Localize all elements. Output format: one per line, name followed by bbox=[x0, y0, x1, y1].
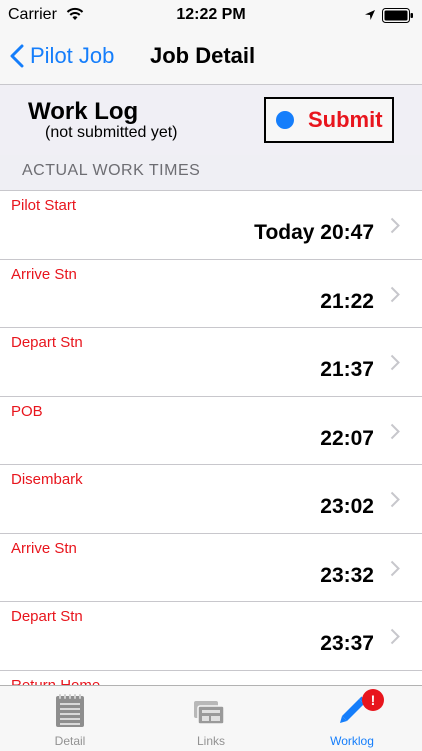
status-time: 12:22 PM bbox=[176, 6, 246, 23]
notification-badge: ! bbox=[362, 689, 384, 711]
row-value: 21:37 bbox=[320, 358, 374, 381]
submit-button-label: Submit bbox=[308, 107, 383, 132]
row-label: Depart Stn bbox=[11, 334, 83, 351]
chevron-right-icon bbox=[390, 423, 400, 439]
list-item[interactable]: Return Home bbox=[0, 670, 422, 686]
back-button-label: Pilot Job bbox=[30, 43, 115, 68]
page-title: Job Detail bbox=[150, 43, 256, 68]
row-value: 23:32 bbox=[320, 563, 374, 587]
row-value: 21:22 bbox=[320, 289, 374, 313]
list-item[interactable]: Depart Stn 23:37 bbox=[0, 602, 422, 671]
row-label: Disembark bbox=[11, 471, 83, 488]
tab-label: Detail bbox=[54, 734, 86, 748]
back-button[interactable]: Pilot Job bbox=[10, 40, 114, 72]
row-value: 23:02 bbox=[320, 495, 374, 518]
row-label: Arrive Stn bbox=[11, 265, 77, 283]
status-dot-icon bbox=[276, 111, 294, 129]
tab-links[interactable]: Links bbox=[141, 686, 281, 751]
row-value: 23:37 bbox=[320, 632, 374, 655]
chevron-right-icon bbox=[390, 628, 400, 645]
work-log-title: Work Log bbox=[28, 98, 139, 125]
document-icon bbox=[56, 694, 84, 727]
list-item[interactable]: Arrive Stn 21:22 bbox=[0, 259, 422, 328]
chevron-right-icon bbox=[390, 491, 400, 508]
chevron-right-icon bbox=[390, 354, 400, 371]
list-item[interactable]: Disembark 23:02 bbox=[0, 465, 422, 534]
work-log-header: Work Log (not submitted yet) Submit bbox=[0, 85, 422, 155]
chevron-right-icon bbox=[390, 217, 400, 234]
section-header: ACTUAL WORK TIMES bbox=[22, 162, 201, 179]
list-item[interactable]: Pilot Start Today 20:47 bbox=[0, 191, 422, 260]
row-value: Today 20:47 bbox=[254, 221, 374, 244]
status-bar: Carrier 12:22 PM bbox=[0, 0, 422, 30]
chevron-right-icon bbox=[390, 560, 400, 576]
row-label: Pilot Start bbox=[11, 197, 77, 214]
tab-label: Links bbox=[196, 734, 225, 748]
chevron-left-icon bbox=[10, 44, 24, 68]
location-arrow-icon bbox=[365, 10, 375, 20]
list-item[interactable]: POB 22:07 bbox=[0, 396, 422, 465]
row-label: Arrive Stn bbox=[11, 539, 77, 557]
chevron-right-icon bbox=[390, 286, 400, 302]
navigation-bar: Pilot Job Job Detail bbox=[0, 30, 422, 85]
tab-worklog[interactable]: Worklog bbox=[282, 686, 422, 751]
list-item[interactable]: Arrive Stn 23:32 bbox=[0, 533, 422, 602]
battery-icon bbox=[382, 8, 413, 23]
work-times-list[interactable]: Pilot Start Today 20:47 Arrive Stn 21:22… bbox=[0, 190, 422, 686]
row-value: 22:07 bbox=[320, 426, 374, 450]
row-label: POB bbox=[11, 402, 43, 420]
tab-detail[interactable]: Detail bbox=[0, 686, 140, 751]
submit-button[interactable]: Submit bbox=[264, 97, 394, 143]
links-icon bbox=[194, 701, 225, 725]
tab-label: Worklog bbox=[330, 734, 374, 748]
work-log-status: (not submitted yet) bbox=[45, 124, 178, 141]
tab-bar: Detail Links Worklog bbox=[0, 685, 422, 751]
list-item[interactable]: Depart Stn 21:37 bbox=[0, 328, 422, 397]
row-label: Depart Stn bbox=[11, 608, 83, 625]
